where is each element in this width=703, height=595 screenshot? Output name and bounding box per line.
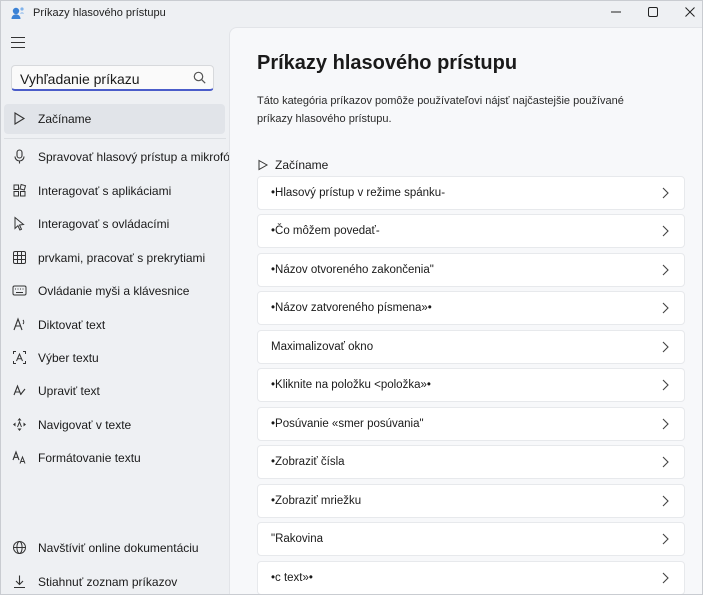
sidebar-item-download-list[interactable]: Stiahnuť zoznam príkazov xyxy=(4,567,225,594)
sidebar-item-select-text[interactable]: Výber textu xyxy=(4,343,225,373)
chevron-right-icon xyxy=(662,418,669,430)
section-header: Začíname xyxy=(257,158,328,172)
command-label: "Rakovina xyxy=(271,533,324,545)
command-label: •Názov zatvoreného písmena»• xyxy=(271,302,432,314)
hamburger-menu-icon[interactable] xyxy=(11,37,27,49)
command-label: •Čo môžem povedať- xyxy=(271,225,380,237)
chevron-right-icon xyxy=(662,495,669,507)
sidebar-item-label: Navštíviť online dokumentáciu xyxy=(38,541,199,555)
command-row[interactable]: •Posúvanie «smer posúvania" xyxy=(257,407,685,441)
sidebar-item-zaciname[interactable]: Začíname xyxy=(4,104,225,134)
sidebar-item-format-text[interactable]: Formátovanie textu xyxy=(4,443,225,473)
command-row[interactable]: •Kliknite na položku <položka»• xyxy=(257,368,685,402)
sidebar-item-controls[interactable]: Interagovať s ovládacími xyxy=(4,209,225,239)
voice-access-app-icon xyxy=(11,7,24,19)
sidebar-item-mouse-keyboard[interactable]: Ovládanie myši a klávesnice xyxy=(4,276,225,306)
close-button[interactable] xyxy=(673,1,702,23)
chevron-right-icon xyxy=(662,225,669,237)
navigate-text-icon xyxy=(13,418,26,431)
maximize-button[interactable] xyxy=(636,1,670,23)
page-title: Príkazy hlasového prístupu xyxy=(257,52,518,74)
window-title: Príkazy hlasového prístupu xyxy=(33,7,166,19)
cursor-pointer-icon xyxy=(14,216,25,231)
dictate-text-icon xyxy=(13,317,25,331)
sidebar-item-microphone[interactable]: Spravovať hlasový prístup a mikrofón xyxy=(4,142,237,172)
globe-icon xyxy=(13,541,26,554)
close-icon xyxy=(685,7,695,17)
sidebar-item-label: Ovládanie myši a klávesnice xyxy=(38,284,190,298)
search-box[interactable] xyxy=(11,65,214,91)
section-label: Začíname xyxy=(275,158,329,172)
format-text-icon xyxy=(12,450,26,464)
command-row[interactable]: •Čo môžem povedať- xyxy=(257,214,685,248)
chevron-right-icon xyxy=(662,264,669,276)
command-row[interactable]: •c text»• xyxy=(257,561,685,594)
sidebar-item-label: Výber textu xyxy=(38,351,99,365)
command-label: •Zobraziť čísla xyxy=(271,456,345,468)
command-label: •Názov otvoreného zakončenia" xyxy=(271,264,434,276)
play-outline-icon xyxy=(14,112,26,125)
play-outline-icon xyxy=(258,159,269,171)
download-icon xyxy=(14,575,25,589)
microphone-icon xyxy=(14,149,25,164)
sidebar-item-online-docs[interactable]: Navštíviť online dokumentáciu xyxy=(4,533,225,563)
search-icon[interactable] xyxy=(193,71,206,84)
sidebar-item-label: Formátovanie textu xyxy=(38,451,141,465)
sidebar-item-label: Spravovať hlasový prístup a mikrofón xyxy=(38,150,237,164)
maximize-icon xyxy=(648,7,658,17)
command-row[interactable]: "Rakovina xyxy=(257,522,685,556)
sidebar-divider xyxy=(4,138,226,139)
command-label: •Kliknite na položku <položka»• xyxy=(271,379,431,391)
chevron-right-icon xyxy=(662,302,669,314)
title-bar: Príkazy hlasového prístupu xyxy=(1,1,702,25)
command-row[interactable]: •Zobraziť čísla xyxy=(257,445,685,479)
select-text-icon xyxy=(13,351,26,364)
sidebar-item-dictate[interactable]: Diktovať text xyxy=(4,310,225,340)
command-label: •Zobraziť mriežku xyxy=(271,495,362,507)
edit-text-icon xyxy=(13,384,26,396)
command-row[interactable]: •Názov zatvoreného písmena»• xyxy=(257,291,685,325)
sidebar-item-label: Začíname xyxy=(38,112,92,126)
chevron-right-icon xyxy=(662,341,669,353)
chevron-right-icon xyxy=(662,187,669,199)
sidebar-item-label: prvkami, pracovať s prekrytiami xyxy=(38,251,206,265)
apps-grid-icon xyxy=(13,183,27,197)
chevron-right-icon xyxy=(662,572,669,584)
app-window: Príkazy hlasového prístupu Začíname Spra… xyxy=(0,0,703,595)
sidebar-item-label: Navigovať v texte xyxy=(38,418,132,432)
command-row[interactable]: •Názov otvoreného zakončenia" xyxy=(257,253,685,287)
command-label: •Posúvanie «smer posúvania" xyxy=(271,418,424,430)
content-pane: Príkazy hlasového prístupu Táto kategóri… xyxy=(229,27,702,594)
command-label: •c text»• xyxy=(271,572,313,584)
sidebar-item-label: Interagovať s aplikáciami xyxy=(38,184,172,198)
command-row[interactable]: •Zobraziť mriežku xyxy=(257,484,685,518)
sidebar-item-label: Upraviť text xyxy=(38,384,100,398)
sidebar-item-label: Stiahnuť zoznam príkazov xyxy=(38,575,178,589)
minimize-icon xyxy=(611,11,621,13)
command-row[interactable]: Maximalizovať okno xyxy=(257,330,685,364)
command-label: •Hlasový prístup v režime spánku- xyxy=(271,187,446,199)
sidebar-item-apps[interactable]: Interagovať s aplikáciami xyxy=(4,176,225,206)
sidebar-item-label: Interagovať s ovládacími xyxy=(38,217,170,231)
page-description: Táto kategória príkazov pomôže používate… xyxy=(257,95,624,125)
sidebar-item-edit-text[interactable]: Upraviť text xyxy=(4,376,225,406)
chevron-right-icon xyxy=(662,379,669,391)
sidebar-item-navigate-text[interactable]: Navigovať v texte xyxy=(4,410,225,440)
chevron-right-icon xyxy=(662,456,669,468)
sidebar-item-overlays[interactable]: prvkami, pracovať s prekrytiami xyxy=(4,243,225,273)
command-row[interactable]: •Hlasový prístup v režime spánku- xyxy=(257,176,685,210)
search-input[interactable] xyxy=(20,69,190,89)
sidebar-item-label: Diktovať text xyxy=(38,318,106,332)
chevron-right-icon xyxy=(662,533,669,545)
minimize-button[interactable] xyxy=(599,1,633,23)
grid-overlay-icon xyxy=(13,251,26,264)
command-label: Maximalizovať okno xyxy=(271,341,374,353)
mouse-keyboard-icon xyxy=(12,285,27,296)
